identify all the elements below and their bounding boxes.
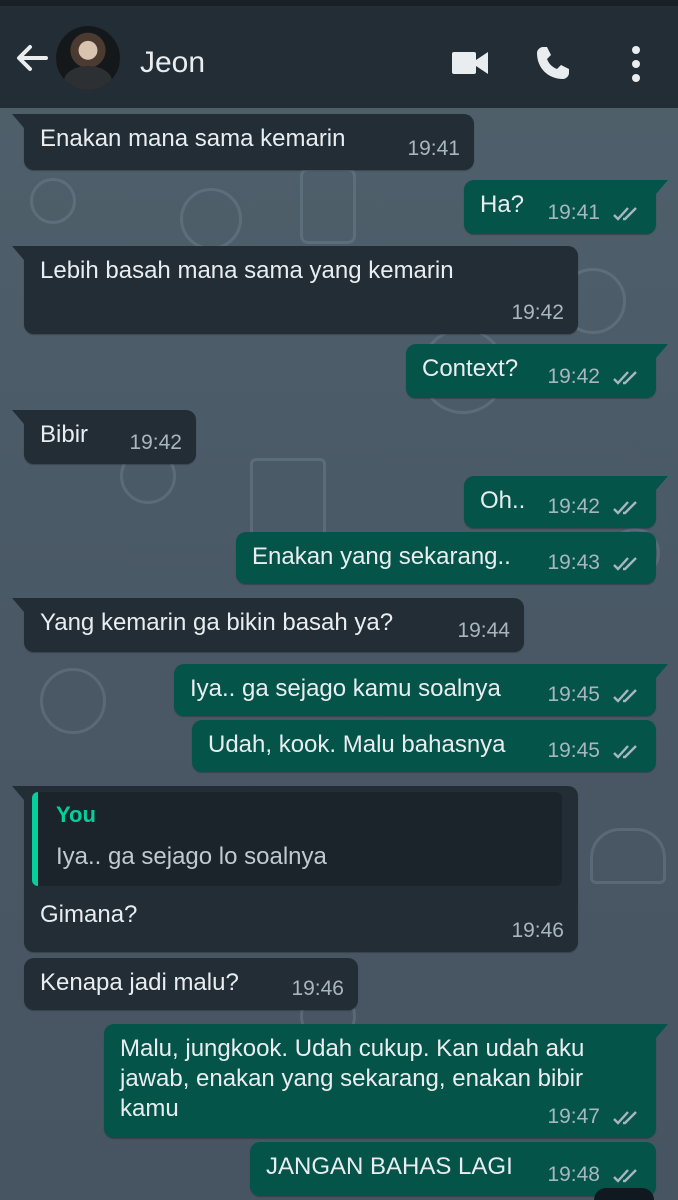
message-text: Lebih basah mana sama yang kemarin: [40, 257, 454, 284]
double-check-icon: [613, 1169, 637, 1183]
video-call-icon[interactable]: [450, 46, 490, 80]
message-outgoing[interactable]: Malu, jungkook. Udah cukup. Kan udah aku…: [104, 1024, 668, 1138]
wallpaper-doodle: [30, 178, 76, 224]
message-time: 19:42: [547, 495, 600, 518]
message-incoming[interactable]: Enakan mana sama kemarin 19:41: [12, 114, 474, 170]
wallpaper-doodle: [300, 168, 356, 244]
message-incoming[interactable]: Bibir 19:42: [12, 410, 196, 464]
double-check-icon: [613, 371, 637, 385]
double-check-icon: [613, 745, 637, 759]
double-check-icon: [613, 689, 637, 703]
double-check-icon: [613, 557, 637, 571]
message-outgoing[interactable]: Oh.. 19:42: [464, 476, 668, 528]
message-time: 19:42: [511, 301, 564, 324]
message-incoming-reply[interactable]: You Iya.. ga sejago lo soalnya Gimana? 1…: [12, 786, 578, 952]
wallpaper-doodle: [590, 828, 666, 884]
message-outgoing[interactable]: Context? 19:42: [406, 344, 668, 398]
message-time: 19:41: [547, 201, 600, 224]
message-time: 19:46: [511, 919, 564, 942]
quoted-message[interactable]: You Iya.. ga sejago lo soalnya: [32, 792, 562, 886]
message-outgoing[interactable]: Enakan yang sekarang.. 19:43: [236, 532, 656, 584]
message-time: 19:45: [547, 739, 600, 762]
message-time: 19:45: [547, 683, 600, 706]
message-outgoing[interactable]: Ha? 19:41: [464, 180, 668, 234]
message-text: Yang kemarin ga bikin basah ya?: [40, 609, 394, 636]
message-incoming[interactable]: Kenapa jadi malu? 19:46: [24, 958, 358, 1010]
quoted-author: You: [56, 802, 96, 827]
scroll-down-button[interactable]: [594, 1188, 654, 1200]
message-outgoing[interactable]: Udah, kook. Malu bahasnya 19:45: [192, 720, 656, 772]
message-time: 19:47: [547, 1105, 600, 1128]
double-check-icon: [613, 501, 637, 515]
message-outgoing[interactable]: Iya.. ga sejago kamu soalnya 19:45: [174, 664, 668, 716]
more-vert-icon[interactable]: [624, 44, 648, 84]
avatar[interactable]: [56, 26, 120, 90]
message-text: Enakan mana sama kemarin: [40, 125, 346, 152]
message-text: Gimana?: [40, 901, 138, 928]
message-time: 19:46: [291, 977, 344, 1000]
message-time: 19:42: [547, 365, 600, 388]
double-check-icon: [613, 1111, 637, 1125]
message-outgoing[interactable]: JANGAN BAHAS LAGI 19:48: [250, 1142, 656, 1196]
phone-icon[interactable]: [534, 44, 572, 82]
chat-header: Jeon: [0, 6, 678, 108]
quoted-text: Iya.. ga sejago lo soalnya: [56, 843, 327, 870]
double-check-icon: [613, 207, 637, 221]
message-time: 19:43: [547, 551, 600, 574]
message-incoming[interactable]: Lebih basah mana sama yang kemarin 19:42: [12, 246, 578, 334]
message-text: Context?: [422, 355, 519, 382]
message-incoming[interactable]: Yang kemarin ga bikin basah ya? 19:44: [12, 598, 524, 652]
wallpaper-doodle: [40, 668, 106, 734]
chat-area[interactable]: Enakan mana sama kemarin 19:41 Ha? 19:41…: [0, 108, 678, 1200]
wallpaper-doodle: [180, 188, 242, 250]
contact-name[interactable]: Jeon: [140, 46, 205, 80]
message-time: 19:42: [129, 431, 182, 454]
message-time: 19:48: [547, 1163, 600, 1186]
message-time: 19:41: [407, 137, 460, 160]
message-time: 19:44: [457, 619, 510, 642]
back-arrow-icon[interactable]: [12, 38, 52, 78]
